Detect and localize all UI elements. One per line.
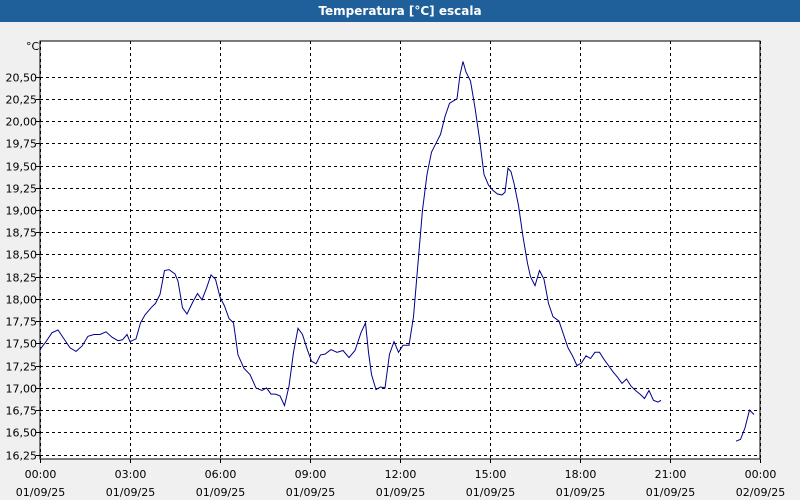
y-tick-label: 17,25	[6, 361, 38, 374]
y-tick-label: 17,00	[6, 383, 38, 396]
x-tick-time-label: 09:00	[295, 468, 327, 481]
y-tick-label: 19,25	[6, 183, 38, 196]
x-tick-date-label: 01/09/25	[106, 486, 155, 499]
y-tick-label: 16,50	[6, 427, 38, 440]
chart-title: Temperatura [°C] escala	[0, 0, 800, 22]
y-tick-label: 19,00	[6, 205, 38, 218]
y-tick-label: 18,75	[6, 227, 38, 240]
x-tick-date-label: 01/09/25	[16, 486, 65, 499]
y-tick-label: 19,50	[6, 161, 38, 174]
y-axis-ticks: 16,25 16,50 16,75 17,00 17,25 17,50 17,75 18,00…	[6, 72, 40, 463]
y-tick-label: 20,00	[6, 116, 38, 129]
y-tick-label: 16,25	[6, 450, 38, 463]
x-tick-date-label: 01/09/25	[286, 486, 335, 499]
chart-area: °C 16,25 16,50 16,75 17,00 17,25 17,50 17,75 18…	[6, 40, 786, 499]
x-axis-ticks: 00:00 01/09/25 03:00 01/09/25 06:00 01/09/25 0…	[16, 459, 785, 499]
x-tick-date-label: 01/09/25	[376, 486, 425, 499]
x-tick-date-label: 01/09/25	[196, 486, 245, 499]
y-tick-label: 18,25	[6, 272, 38, 285]
y-tick-label: 18,50	[6, 249, 38, 262]
x-tick-date-label: 01/09/25	[466, 486, 515, 499]
x-tick-date-label: 01/09/25	[646, 486, 695, 499]
x-tick-time-label: 03:00	[115, 468, 147, 481]
y-unit-label: °C	[26, 40, 40, 53]
y-tick-label: 20,50	[6, 72, 38, 85]
y-tick-label: 17,50	[6, 338, 38, 351]
x-tick-date-label: 02/09/25	[736, 486, 785, 499]
x-tick-time-label: 00:00	[745, 468, 777, 481]
y-tick-label: 19,75	[6, 138, 38, 151]
y-tick-label: 17,75	[6, 316, 38, 329]
x-tick-time-label: 18:00	[565, 468, 597, 481]
x-tick-time-label: 00:00	[25, 468, 57, 481]
y-tick-label: 16,75	[6, 405, 38, 418]
y-tick-label: 20,25	[6, 94, 38, 107]
x-tick-time-label: 21:00	[655, 468, 687, 481]
x-tick-time-label: 12:00	[385, 468, 417, 481]
x-tick-time-label: 06:00	[205, 468, 237, 481]
y-tick-label: 18,00	[6, 294, 38, 307]
x-tick-time-label: 15:00	[475, 468, 507, 481]
x-tick-date-label: 01/09/25	[556, 486, 605, 499]
